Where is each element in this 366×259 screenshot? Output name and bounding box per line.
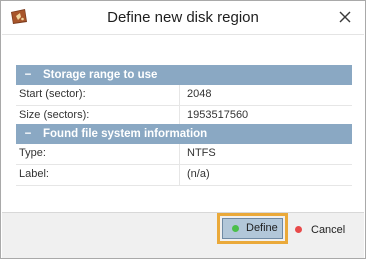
group-file-system-info: − Found file system information Type: NT… — [16, 124, 352, 186]
define-button-highlight: Define — [217, 213, 288, 244]
define-button[interactable]: Define — [222, 218, 283, 239]
dialog-window: Define new disk region − Storage range t… — [0, 0, 366, 259]
define-button-label: Define — [246, 222, 278, 234]
close-icon[interactable] — [337, 9, 353, 25]
property-key: Type: — [19, 144, 180, 164]
dialog-content: − Storage range to use Start (sector): 2… — [2, 34, 364, 211]
red-dot-icon — [295, 226, 302, 233]
dialog-footer: Define Cancel — [2, 212, 364, 258]
property-value: 2048 — [187, 88, 212, 100]
property-row-start-sector: Start (sector): 2048 — [16, 85, 352, 106]
property-key: Start (sector): — [19, 85, 180, 105]
property-value: NTFS — [187, 147, 216, 159]
property-key: Size (sectors): — [19, 106, 180, 126]
group-header-file-system-info[interactable]: − Found file system information — [16, 124, 352, 144]
dialog-title: Define new disk region — [107, 9, 259, 26]
property-key: Label: — [19, 165, 180, 185]
title-bar: Define new disk region — [1, 1, 365, 33]
property-row-type: Type: NTFS — [16, 144, 352, 165]
group-header-storage-range[interactable]: − Storage range to use — [16, 65, 352, 85]
group-storage-range: − Storage range to use Start (sector): 2… — [16, 65, 352, 127]
collapse-icon[interactable]: − — [22, 124, 34, 144]
property-row-label: Label: (n/a) — [16, 165, 352, 186]
group-title: Storage range to use — [43, 69, 158, 81]
property-value: (n/a) — [187, 168, 210, 180]
property-value: 1953517560 — [187, 109, 249, 121]
green-dot-icon — [232, 225, 239, 232]
cancel-button-label: Cancel — [311, 224, 346, 236]
collapse-icon[interactable]: − — [22, 65, 34, 85]
cancel-button[interactable]: Cancel — [293, 221, 355, 240]
group-title: Found file system information — [43, 128, 208, 140]
